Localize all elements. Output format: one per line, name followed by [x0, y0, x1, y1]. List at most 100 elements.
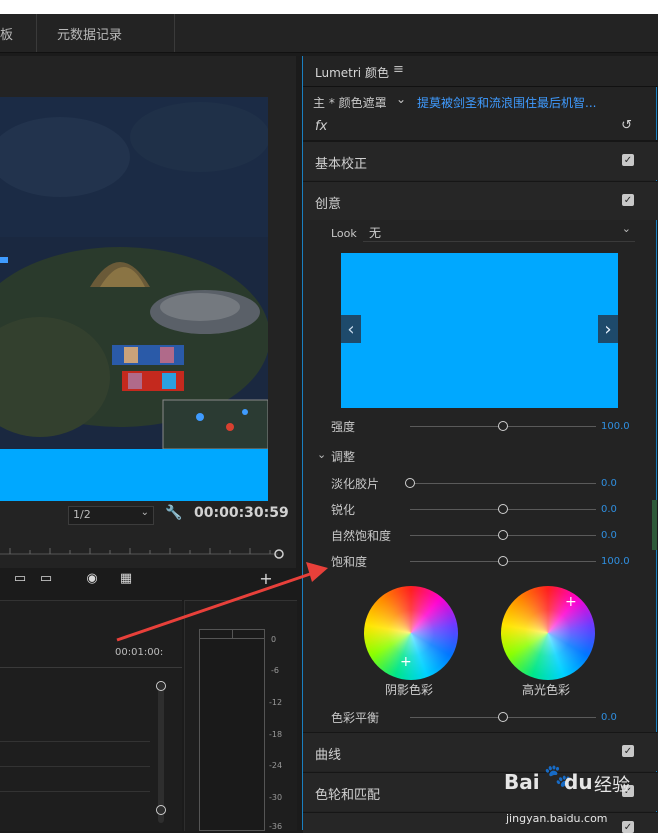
clip-selector-row: 主 * 颜色遮罩 ⌄ 提莫被剑圣和流浪围住最后机智... — [303, 88, 658, 116]
vibrance-value[interactable]: 0.0 — [601, 530, 617, 541]
meter-tick: -18 — [269, 730, 283, 739]
section-label: 曲线 — [315, 748, 342, 763]
saturation-value[interactable]: 100.0 — [601, 556, 630, 567]
timeline-timecode: 00:01:00: — [115, 647, 164, 658]
tab-divider — [36, 14, 37, 52]
comparison-icon[interactable]: ▦ — [116, 568, 136, 588]
watermark-url: jingyan.baidu.com — [506, 812, 608, 825]
fx-label[interactable]: fx — [315, 119, 327, 134]
timeline-divider — [0, 667, 182, 668]
tab-divider — [174, 14, 175, 52]
highlight-tint-wheel[interactable]: + — [501, 586, 595, 680]
tint-balance-value[interactable]: 0.0 — [601, 712, 617, 723]
shadow-tint-label: 阴影色彩 — [385, 683, 434, 697]
meter-tick: -6 — [271, 666, 279, 675]
faded-film-knob[interactable] — [405, 478, 415, 488]
resolution-value: 1/2 — [73, 508, 91, 521]
checkbox-icon[interactable]: ✓ — [622, 154, 634, 166]
panel-tab-bar: 板 元数据记录 — [0, 14, 658, 53]
meter-tick: -30 — [269, 793, 283, 802]
section-label: 色轮和匹配 — [315, 788, 381, 803]
faded-film-value[interactable]: 0.0 — [601, 478, 617, 489]
sharpen-label: 锐化 — [331, 503, 356, 517]
vibrance-label: 自然饱和度 — [331, 529, 392, 543]
track-line — [0, 766, 150, 767]
panel-header: Lumetri 颜色 ≡ — [303, 56, 658, 87]
saturation-knob[interactable] — [498, 556, 508, 566]
section-label: 基本校正 — [315, 157, 368, 172]
faded-film-label: 淡化胶片 — [331, 477, 380, 491]
export-frame-icon[interactable]: ▭ — [36, 568, 56, 588]
chevron-down-icon: ⌄ — [621, 222, 631, 235]
panel-menu-icon[interactable]: ≡ — [393, 62, 404, 77]
chevron-right-icon[interactable]: › — [598, 315, 618, 343]
look-label: Look — [331, 227, 357, 240]
tab-partial[interactable]: 板 — [0, 24, 13, 43]
tint-balance-label: 色彩平衡 — [331, 711, 380, 725]
timeline-scrollbar[interactable] — [158, 683, 164, 823]
saturation-label: 饱和度 — [331, 555, 368, 569]
panel-scrollbar[interactable] — [652, 500, 657, 550]
monitor-timeline-ruler[interactable] — [0, 538, 284, 562]
intensity-label: 强度 — [331, 420, 356, 434]
adjustments-label[interactable]: 调整 — [331, 448, 355, 465]
look-preview[interactable]: ‹ › — [341, 253, 618, 408]
fx-row: fx ↺ — [303, 116, 658, 141]
crosshair-icon[interactable]: + — [565, 594, 577, 610]
playhead-timecode[interactable]: 00:00:30:59 — [194, 505, 289, 521]
checkbox-icon[interactable]: ✓ — [622, 745, 634, 757]
transport-controls: ▭ ▭ ◉ ▦ + — [0, 568, 296, 592]
faded-film-track[interactable] — [410, 483, 596, 484]
video-preview[interactable] — [0, 97, 268, 449]
sharpen-knob[interactable] — [498, 504, 508, 514]
meter-tick: -24 — [269, 761, 283, 770]
lift-icon[interactable]: ▭ — [10, 568, 30, 588]
chevron-down-icon[interactable]: ⌄ — [317, 448, 326, 461]
track-line — [0, 741, 150, 742]
watermark-brand2: du — [564, 770, 593, 794]
tab-metadata[interactable]: 元数据记录 — [57, 24, 122, 43]
camera-icon[interactable]: ◉ — [82, 568, 102, 588]
resolution-select[interactable]: 1/2 ⌄ — [68, 506, 154, 525]
chevron-down-icon[interactable]: ⌄ — [396, 92, 406, 106]
panel-title[interactable]: Lumetri 颜色 — [315, 64, 389, 81]
add-button-icon[interactable]: + — [256, 568, 276, 588]
checkbox-icon[interactable]: ✓ — [622, 821, 634, 833]
ruler-ticks — [0, 548, 284, 559]
shadow-tint-wheel[interactable]: + — [364, 586, 458, 680]
section-label: 创意 — [315, 197, 342, 212]
game-scene — [0, 97, 268, 449]
highlight-tint-label: 高光色彩 — [522, 683, 571, 697]
clip-name[interactable]: 提莫被剑圣和流浪围住最后机智... — [417, 94, 596, 111]
master-label[interactable]: 主 * 颜色遮罩 — [313, 94, 387, 111]
wrench-icon[interactable]: 🔧 — [165, 505, 182, 521]
section-basic-correction[interactable]: 基本校正 ✓ — [303, 141, 658, 180]
look-dropdown[interactable]: 无 ⌄ — [363, 222, 635, 242]
intensity-knob[interactable] — [498, 421, 508, 431]
scroll-handle-top[interactable] — [156, 681, 166, 691]
audio-meter: 0 -6 -12 -18 -24 -30 -36 — [184, 600, 297, 831]
checkbox-icon[interactable]: ✓ — [622, 194, 634, 206]
section-curves[interactable]: 曲线 ✓ — [303, 732, 658, 771]
look-value: 无 — [369, 226, 382, 240]
lumetri-color-panel: Lumetri 颜色 ≡ 主 * 颜色遮罩 ⌄ 提莫被剑圣和流浪围住最后机智..… — [302, 56, 658, 833]
reset-icon[interactable]: ↺ — [621, 118, 632, 133]
meter-bars — [199, 629, 265, 831]
tint-balance-knob[interactable] — [498, 712, 508, 722]
vibrance-knob[interactable] — [498, 530, 508, 540]
chevron-left-icon[interactable]: ‹ — [341, 315, 361, 343]
intensity-value[interactable]: 100.0 — [601, 421, 630, 432]
chevron-down-icon: ⌄ — [140, 507, 149, 518]
meter-tick: -12 — [269, 698, 283, 707]
watermark-brand: Bai — [504, 770, 540, 794]
color-mask-overlay — [0, 449, 268, 501]
meter-tick: 0 — [271, 635, 277, 644]
crosshair-icon[interactable]: + — [400, 654, 412, 670]
top-strip — [0, 0, 658, 14]
scroll-handle-bottom[interactable] — [156, 805, 166, 815]
sharpen-value[interactable]: 0.0 — [601, 504, 617, 515]
track-line — [0, 791, 150, 792]
watermark-jingyan: 经验 — [594, 775, 630, 796]
timeline-panel[interactable]: 00:01:00: — [0, 600, 182, 831]
section-creative[interactable]: 创意 ✓ — [303, 181, 658, 220]
